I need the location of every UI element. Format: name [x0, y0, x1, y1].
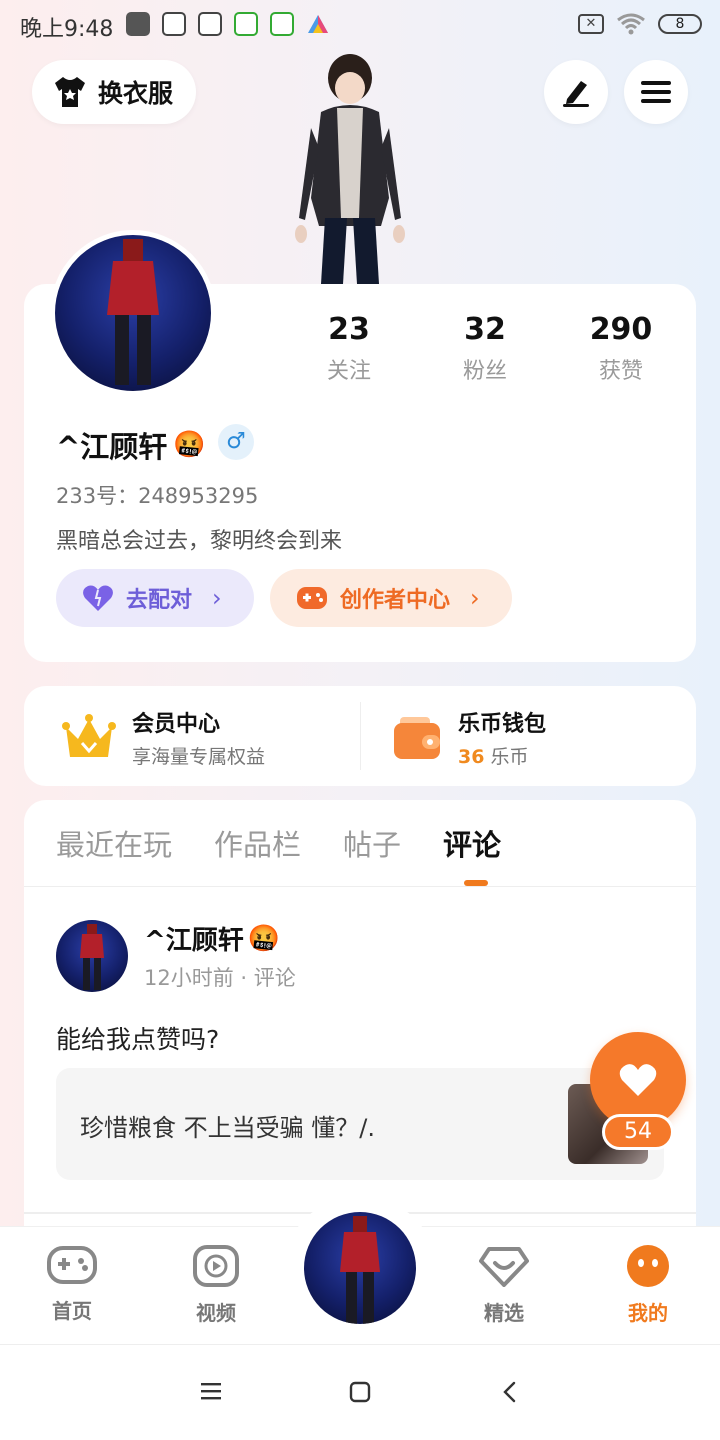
wallet-icon [394, 716, 440, 759]
tshirt-icon [55, 77, 85, 107]
no-sim-icon: ✕ [578, 14, 604, 34]
play-icon [193, 1245, 239, 1287]
post-text[interactable]: 能给我点赞吗? [56, 1020, 219, 1056]
stat-value: 32 [464, 312, 506, 347]
quoted-post-text: 珍惜粮食 不上当受骗 懂？/. [80, 1114, 375, 1142]
wallet-unit: 乐币 [490, 746, 529, 768]
member-card: 会员中心 享海量专属权益 乐币钱包 36 乐币 [24, 686, 696, 786]
username-text: ^江顾轩 [56, 430, 168, 464]
tab-comments[interactable]: 评论 [443, 822, 501, 864]
vip-subtitle: 享海量专属权益 [132, 746, 266, 768]
stat-label: 获赞 [598, 359, 643, 384]
chevron-right-icon: › [212, 584, 222, 612]
gamepad-icon [47, 1246, 97, 1284]
nav-featured-label: 精选 [484, 1301, 524, 1325]
heart-badge-icon [479, 1247, 529, 1287]
match-label: 去配对 [126, 588, 193, 613]
pen-icon [563, 81, 589, 107]
battery-indicator: 8 [658, 14, 702, 34]
user-bio: 黑暗总会过去，黎明终会到来 [56, 529, 343, 554]
tab-works[interactable]: 作品栏 [214, 822, 301, 864]
face-icon [627, 1245, 669, 1287]
status-time: 晚上9:48 [20, 17, 114, 42]
post-author-name[interactable]: ^江顾轩 🤬 [144, 920, 280, 957]
quoted-post[interactable]: 珍惜粮食 不上当受骗 懂？/. [56, 1068, 664, 1180]
divider [360, 702, 361, 770]
chevron-right-icon: › [470, 584, 480, 612]
stat-value: 23 [328, 312, 370, 347]
system-nav-bar [0, 1344, 720, 1440]
divider [24, 886, 696, 887]
nav-home[interactable]: 首页 [22, 1245, 122, 1324]
wifi-icon [617, 13, 645, 35]
back-icon[interactable] [502, 1381, 518, 1403]
change-outfit-button[interactable]: 换衣服 [32, 60, 196, 124]
menu-button[interactable] [624, 60, 688, 124]
wallet-balance: 36 乐币 [458, 742, 546, 769]
heart-icon [83, 585, 113, 611]
hamburger-icon [641, 81, 671, 103]
nav-mine-label: 我的 [628, 1301, 668, 1325]
post-meta: 12小时前 · 评论 [144, 966, 296, 990]
change-outfit-label: 换衣服 [98, 79, 174, 108]
username: ^江顾轩 🤬 [56, 424, 206, 466]
creator-center-label: 创作者中心 [340, 588, 451, 613]
creator-center-button[interactable]: 创作者中心 › [270, 569, 512, 627]
post-author-text: ^江顾轩 [144, 926, 244, 956]
like-count: 54 [602, 1114, 674, 1150]
avatar-figure [107, 239, 159, 385]
nav-mine[interactable]: 我的 [598, 1245, 698, 1326]
nav-video[interactable]: 视频 [166, 1245, 266, 1326]
nav-center-avatar[interactable] [304, 1212, 416, 1324]
nav-featured[interactable]: 精选 [454, 1245, 554, 1326]
username-emoji: 🤬 [173, 430, 206, 460]
stat-value: 290 [589, 312, 653, 347]
user-id[interactable]: 233号：248953295 [56, 480, 258, 510]
stat-followers[interactable]: 32 粉丝 [420, 312, 550, 385]
feed-card: 最近在玩 作品栏 帖子 评论 ^江顾轩 🤬 12小时前 · 评论 能给我点赞吗?… [24, 800, 696, 1230]
profile-avatar[interactable] [50, 230, 216, 396]
app-notification-icon [270, 12, 294, 36]
gender-male-icon: ♂ [218, 424, 254, 460]
app-notification-icon [234, 12, 258, 36]
match-button[interactable]: 去配对 › [56, 569, 254, 627]
stat-following[interactable]: 23 关注 [284, 312, 414, 385]
status-right: ✕ 8 [578, 12, 702, 36]
notification-icons [126, 12, 330, 36]
vip-center-entry[interactable]: 会员中心 享海量专属权益 [62, 706, 265, 769]
post-author-emoji: 🤬 [247, 923, 281, 954]
stat-likes[interactable]: 290 获赞 [556, 312, 686, 385]
avatar-figure [80, 924, 104, 990]
post-author-avatar[interactable] [56, 920, 128, 992]
recent-apps-icon[interactable] [200, 1381, 222, 1401]
wallet-amount: 36 [458, 746, 485, 768]
nav-home-label: 首页 [52, 1299, 92, 1323]
vip-title: 会员中心 [132, 712, 221, 737]
avatar-figure [340, 1216, 380, 1324]
app-notification-icon [162, 12, 186, 36]
nav-video-label: 视频 [196, 1301, 236, 1325]
crown-icon [62, 713, 116, 757]
tab-recently-played[interactable]: 最近在玩 [56, 822, 172, 864]
edit-profile-button[interactable] [544, 60, 608, 124]
wallet-title: 乐币钱包 [458, 712, 547, 737]
mi-icon [126, 12, 150, 36]
home-icon[interactable] [349, 1381, 371, 1403]
status-bar: 晚上9:48 ✕ 8 [0, 0, 720, 50]
app-notification-icon [198, 12, 222, 36]
triangle-app-icon [308, 15, 328, 33]
avatar-character[interactable] [285, 48, 415, 288]
gamepad-icon [297, 587, 327, 609]
heart-icon [619, 1064, 657, 1096]
tab-posts[interactable]: 帖子 [343, 822, 401, 864]
stat-label: 关注 [326, 359, 371, 384]
wallet-entry[interactable]: 乐币钱包 36 乐币 [392, 706, 546, 769]
profile-tabs: 最近在玩 作品栏 帖子 评论 [56, 822, 501, 864]
stat-label: 粉丝 [462, 359, 507, 384]
